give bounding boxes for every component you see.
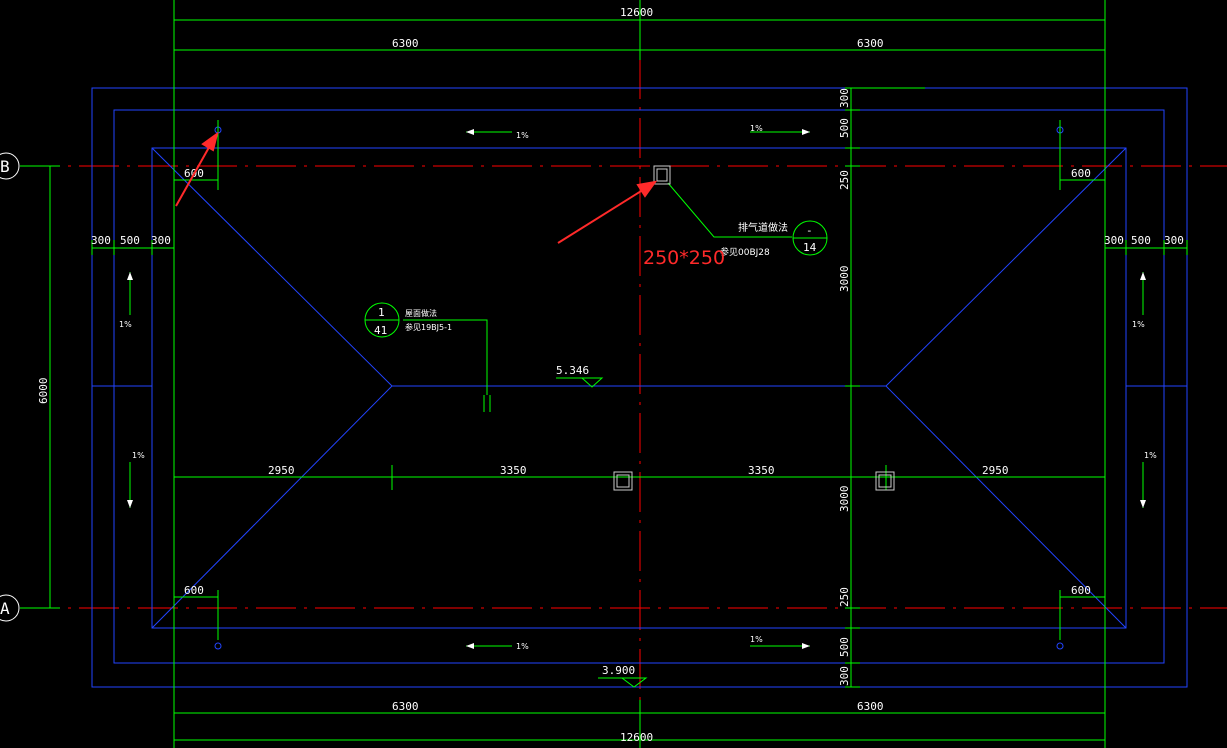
dim-left-500: 500 (120, 234, 140, 247)
callout-vent-bottom: 14 (803, 241, 817, 254)
dim-bottom-right: 6300 (857, 700, 884, 713)
slope-left-lower: 1% (132, 451, 145, 460)
axis-lines (20, 0, 1227, 748)
dim-mid-2950-right: 2950 (982, 464, 1009, 477)
slope-arrowheads (127, 129, 1146, 649)
dim-right-300b: 300 (1164, 234, 1184, 247)
callout-detail-top: 1 (378, 306, 385, 319)
dim-left-vertical: 6000 (37, 378, 50, 405)
dim-right-3000-top: 3000 (838, 266, 851, 293)
elevation-ridge: 5.346 (556, 364, 589, 377)
slope-right-lower: 1% (1144, 451, 1157, 460)
dim-bottom-total: 12600 (620, 731, 653, 744)
callout-vent-title: 排气道做法 (738, 221, 788, 234)
callout-detail-ref: 参见19BJ5-1 (405, 322, 452, 332)
dim-bottom-left: 6300 (392, 700, 419, 713)
slope-bottom-right: 1% (750, 635, 763, 644)
annotation-arrows (175, 131, 658, 244)
annotation-text: 250*250 (643, 247, 725, 269)
dim-right-250-top: 250 (838, 170, 851, 190)
annotation-arrow-downspout (175, 141, 213, 207)
axis-bubbles (0, 152, 20, 622)
slope-right-upper: 1% (1132, 320, 1145, 329)
dim-left-300a: 300 (91, 234, 111, 247)
slope-bottom-left: 1% (516, 642, 529, 651)
dimension-texts: 12600 6300 6300 6300 6300 12600 6000 300… (37, 6, 1184, 744)
dim-left-300b: 300 (151, 234, 171, 247)
roof-edge-outline (151, 147, 1127, 629)
axis-label-a: A (0, 599, 10, 618)
dim-corner-600-br: 600 (1071, 584, 1091, 597)
dim-top-left: 6300 (392, 37, 419, 50)
dim-right-500: 500 (1131, 234, 1151, 247)
slope-left-upper: 1% (119, 320, 132, 329)
axis-label-b: B (0, 157, 10, 176)
slope-top-left: 1% (516, 131, 529, 140)
callout-detail-bottom: 41 (374, 324, 387, 337)
hip-line-tr (885, 147, 1127, 387)
dim-right-300-bottom: 300 (838, 666, 851, 686)
dim-right-250-bottom: 250 (838, 587, 851, 607)
vent-shafts[interactable] (613, 165, 895, 491)
dim-mid-2950-left: 2950 (268, 464, 295, 477)
slope-labels: 1% 1% 1% 1% 1% 1% 1% 1% (119, 124, 1157, 651)
dim-right-300a: 300 (1104, 234, 1124, 247)
slope-top-right: 1% (750, 124, 763, 133)
dim-mid-3350-right: 3350 (748, 464, 775, 477)
dim-top-total: 12600 (620, 6, 653, 19)
elevation-markers (580, 377, 648, 688)
dim-corner-600-tr: 600 (1071, 167, 1091, 180)
callout-vent-ref: 参见00BJ28 (720, 246, 770, 258)
dimension-lines (20, 0, 1188, 748)
dim-corner-600-bl: 600 (184, 584, 204, 597)
cad-drawing-canvas[interactable]: B A 12600 6300 6300 6300 6300 12600 6000… (0, 0, 1227, 748)
annotation-arrow-vent (557, 187, 647, 244)
dim-right-3000-bottom: 3000 (838, 486, 851, 513)
dim-right-500-bottom: 500 (838, 637, 851, 657)
dim-right-500-top: 500 (838, 118, 851, 138)
downspout-br[interactable] (1056, 642, 1064, 650)
dim-mid-3350-left: 3350 (500, 464, 527, 477)
dim-top-right: 6300 (857, 37, 884, 50)
dim-right-300-top: 300 (838, 88, 851, 108)
downspout-bl[interactable] (214, 642, 222, 650)
callout-vent-top: - (806, 224, 813, 237)
elevation-eave: 3.900 (602, 664, 635, 677)
callout-detail-title: 屋面做法 (405, 308, 437, 318)
